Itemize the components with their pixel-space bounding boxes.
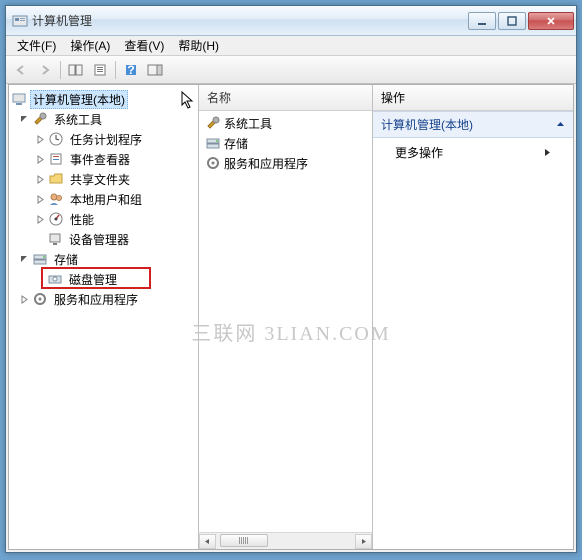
tree-devmgr[interactable]: 设备管理器	[11, 229, 196, 249]
svg-text:?: ?	[127, 63, 134, 77]
list-item-label: 存储	[224, 135, 248, 152]
tree-services[interactable]: 服务和应用程序	[11, 289, 196, 309]
properties-button[interactable]	[89, 59, 111, 81]
up-level-button[interactable]	[65, 59, 87, 81]
action-more-label: 更多操作	[395, 144, 443, 161]
menu-view[interactable]: 查看(V)	[117, 35, 171, 56]
storage-icon	[32, 251, 48, 267]
column-header-name[interactable]: 名称	[199, 85, 372, 111]
menubar: 文件(F) 操作(A) 查看(V) 帮助(H)	[6, 36, 576, 56]
tree-services-label: 服务和应用程序	[51, 291, 141, 308]
collapse-icon[interactable]	[19, 114, 30, 125]
tree-users-label: 本地用户和组	[67, 191, 145, 208]
actions-section-label: 计算机管理(本地)	[381, 116, 473, 133]
tree-storage[interactable]: 存储	[11, 249, 196, 269]
event-icon	[48, 151, 64, 167]
window-frame: 计算机管理 文件(F) 操作(A) 查看(V) 帮助(H) ? 计算机	[5, 5, 577, 553]
menu-help[interactable]: 帮助(H)	[171, 35, 226, 56]
expand-icon[interactable]	[35, 154, 46, 165]
expand-icon[interactable]	[35, 174, 46, 185]
expand-icon[interactable]	[35, 214, 46, 225]
list-item-systools[interactable]: 系统工具	[199, 113, 372, 133]
tree-perf-label: 性能	[67, 211, 97, 228]
toolbar: ?	[6, 56, 576, 84]
list-item-storage[interactable]: 存储	[199, 133, 372, 153]
folder-shared-icon	[48, 171, 64, 187]
actions-header: 操作	[373, 85, 573, 111]
list-panel: 名称 系统工具 存储 服务和应用程序	[199, 85, 373, 549]
help-button[interactable]: ?	[120, 59, 142, 81]
forward-button[interactable]	[34, 59, 56, 81]
scroll-track[interactable]	[216, 534, 355, 549]
clock-icon	[48, 131, 64, 147]
perf-icon	[48, 211, 64, 227]
tree-eventviewer[interactable]: 事件查看器	[11, 149, 196, 169]
list: 系统工具 存储 服务和应用程序	[199, 111, 372, 175]
menu-file[interactable]: 文件(F)	[10, 35, 63, 56]
window-title: 计算机管理	[32, 12, 468, 29]
services-icon	[205, 155, 221, 171]
tree-shared[interactable]: 共享文件夹	[11, 169, 196, 189]
tree-eventviewer-label: 事件查看器	[67, 151, 133, 168]
expand-icon[interactable]	[19, 294, 30, 305]
collapse-caret-icon	[556, 118, 565, 132]
titlebar[interactable]: 计算机管理	[6, 6, 576, 36]
tools-icon	[205, 115, 221, 131]
services-icon	[32, 291, 48, 307]
action-more[interactable]: 更多操作	[373, 138, 573, 167]
tools-icon	[32, 111, 48, 127]
horizontal-scrollbar[interactable]	[199, 532, 372, 549]
close-button[interactable]	[528, 12, 574, 30]
tree-systools[interactable]: 系统工具	[11, 109, 196, 129]
toolbar-separator	[115, 61, 116, 79]
minimize-button[interactable]	[468, 12, 496, 30]
scroll-left-button[interactable]	[199, 534, 216, 549]
tree-devmgr-label: 设备管理器	[66, 231, 132, 248]
scroll-right-button[interactable]	[355, 534, 372, 549]
tree-shared-label: 共享文件夹	[67, 171, 133, 188]
highlight-annotation	[41, 267, 151, 289]
tree-panel: 计算机管理(本地) 系统工具 任务计划程序	[9, 85, 199, 549]
device-icon	[47, 231, 63, 247]
tree-root[interactable]: 计算机管理(本地)	[11, 89, 196, 109]
tree-scheduler[interactable]: 任务计划程序	[11, 129, 196, 149]
tree-systools-label: 系统工具	[51, 111, 105, 128]
tree-scheduler-label: 任务计划程序	[67, 131, 145, 148]
tree-users[interactable]: 本地用户和组	[11, 189, 196, 209]
users-icon	[48, 191, 64, 207]
back-button[interactable]	[10, 59, 32, 81]
expand-icon[interactable]	[35, 194, 46, 205]
computer-icon	[11, 91, 27, 107]
show-hide-pane-button[interactable]	[144, 59, 166, 81]
submenu-caret-icon	[544, 146, 551, 160]
tree-storage-label: 存储	[51, 251, 81, 268]
list-item-label: 系统工具	[224, 115, 272, 132]
tree-perf[interactable]: 性能	[11, 209, 196, 229]
collapse-icon[interactable]	[19, 254, 30, 265]
actions-panel: 操作 计算机管理(本地) 更多操作	[373, 85, 573, 549]
expand-icon[interactable]	[35, 134, 46, 145]
app-icon	[12, 13, 28, 29]
storage-icon	[205, 135, 221, 151]
actions-section-header[interactable]: 计算机管理(本地)	[373, 111, 573, 138]
list-item-label: 服务和应用程序	[224, 155, 308, 172]
toolbar-separator	[60, 61, 61, 79]
list-item-services[interactable]: 服务和应用程序	[199, 153, 372, 173]
menu-action[interactable]: 操作(A)	[63, 35, 117, 56]
tree-root-label: 计算机管理(本地)	[30, 90, 128, 109]
scroll-thumb[interactable]	[220, 534, 268, 547]
maximize-button[interactable]	[498, 12, 526, 30]
content-area: 计算机管理(本地) 系统工具 任务计划程序	[8, 84, 574, 550]
